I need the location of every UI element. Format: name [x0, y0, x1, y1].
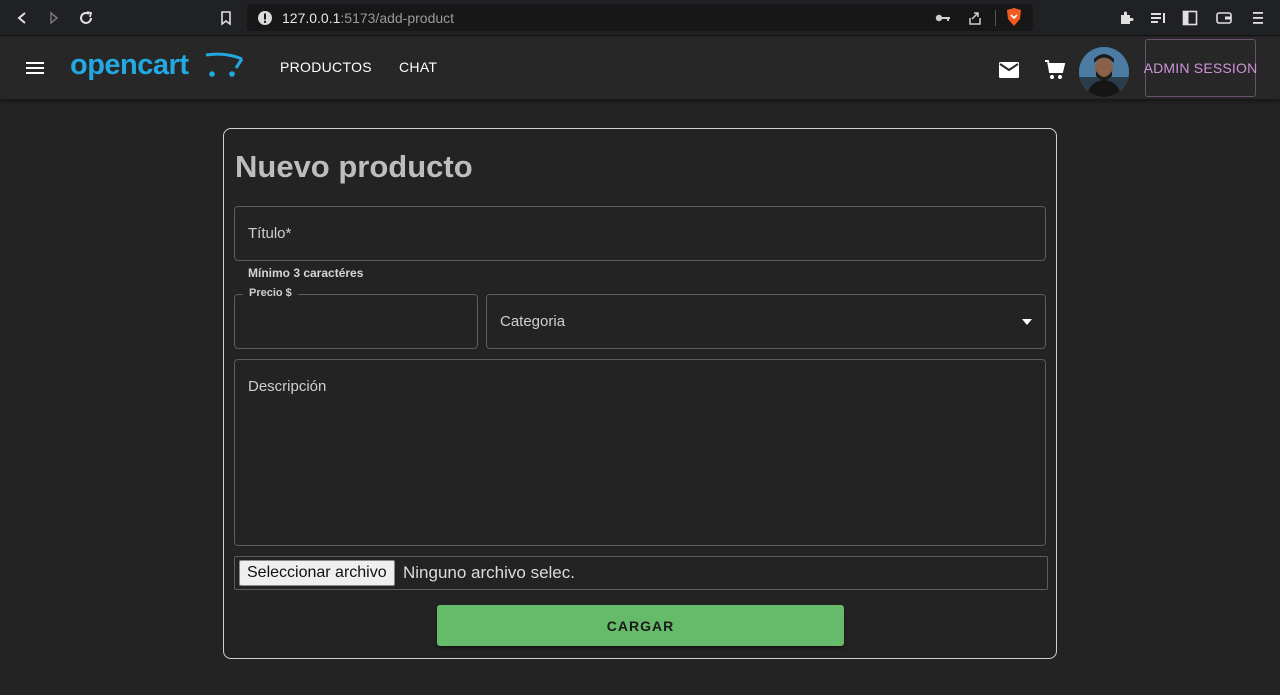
nav-productos[interactable]: PRODUCTOS: [280, 59, 372, 75]
categoria-label: Categoria: [500, 313, 566, 330]
sidebar-icon[interactable]: [1180, 8, 1200, 28]
bookmark-icon[interactable]: [216, 8, 236, 28]
app-header: opencart PRODUCTOS CHAT ADMIN SESSION: [0, 37, 1280, 99]
address-bar[interactable]: 127.0.0.1:5173/add-product: [247, 4, 1033, 31]
key-icon[interactable]: [933, 8, 953, 28]
url-text: 127.0.0.1:5173/add-product: [282, 10, 454, 26]
logo-cart-icon: [205, 52, 244, 77]
cart-icon[interactable]: [1043, 58, 1067, 82]
avatar-photo: [1079, 47, 1129, 97]
reload-icon[interactable]: [76, 8, 96, 28]
categoria-select[interactable]: Categoria: [486, 294, 1046, 349]
select-file-button[interactable]: Seleccionar archivo: [239, 560, 395, 586]
divider: [995, 10, 996, 26]
brave-shield-icon[interactable]: [1004, 7, 1024, 27]
chevron-down-icon: [1022, 319, 1032, 325]
extensions-icon[interactable]: [1116, 8, 1136, 28]
descripcion-textarea[interactable]: Descripción: [234, 359, 1046, 546]
precio-label: Precio $: [243, 287, 298, 299]
cargar-button[interactable]: CARGAR: [437, 605, 844, 646]
url-host: 127.0.0.1: [282, 10, 341, 26]
admin-session-button[interactable]: ADMIN SESSION: [1144, 39, 1257, 97]
url-path: :5173/add-product: [340, 10, 455, 26]
share-icon[interactable]: [965, 8, 985, 28]
nav-chat[interactable]: CHAT: [399, 59, 437, 75]
page-title: Nuevo producto: [235, 149, 473, 184]
avatar[interactable]: [1079, 47, 1129, 97]
precio-input[interactable]: Precio $: [234, 287, 478, 349]
file-status-text: Ninguno archivo selec.: [403, 563, 575, 582]
wallet-icon[interactable]: [1214, 8, 1234, 28]
mail-icon[interactable]: [997, 58, 1021, 82]
menu-icon[interactable]: [1248, 8, 1268, 28]
forward-icon[interactable]: [44, 8, 64, 28]
titulo-helper-text: Mínimo 3 caractéres: [248, 266, 364, 280]
back-icon[interactable]: [12, 8, 32, 28]
descripcion-label: Descripción: [248, 378, 327, 395]
playlist-icon[interactable]: [1148, 8, 1168, 28]
logo-text: opencart: [70, 49, 189, 81]
hamburger-menu-icon[interactable]: [22, 56, 48, 80]
titulo-input[interactable]: Título*: [234, 206, 1046, 261]
titulo-label: Título*: [248, 225, 292, 242]
browser-toolbar: 127.0.0.1:5173/add-product: [0, 0, 1280, 36]
opencart-logo[interactable]: opencart: [70, 47, 245, 87]
new-product-form: Nuevo producto Título* Mínimo 3 caractér…: [223, 128, 1057, 659]
info-icon[interactable]: [255, 8, 275, 28]
file-upload: Seleccionar archivo Ninguno archivo sele…: [234, 556, 1048, 590]
